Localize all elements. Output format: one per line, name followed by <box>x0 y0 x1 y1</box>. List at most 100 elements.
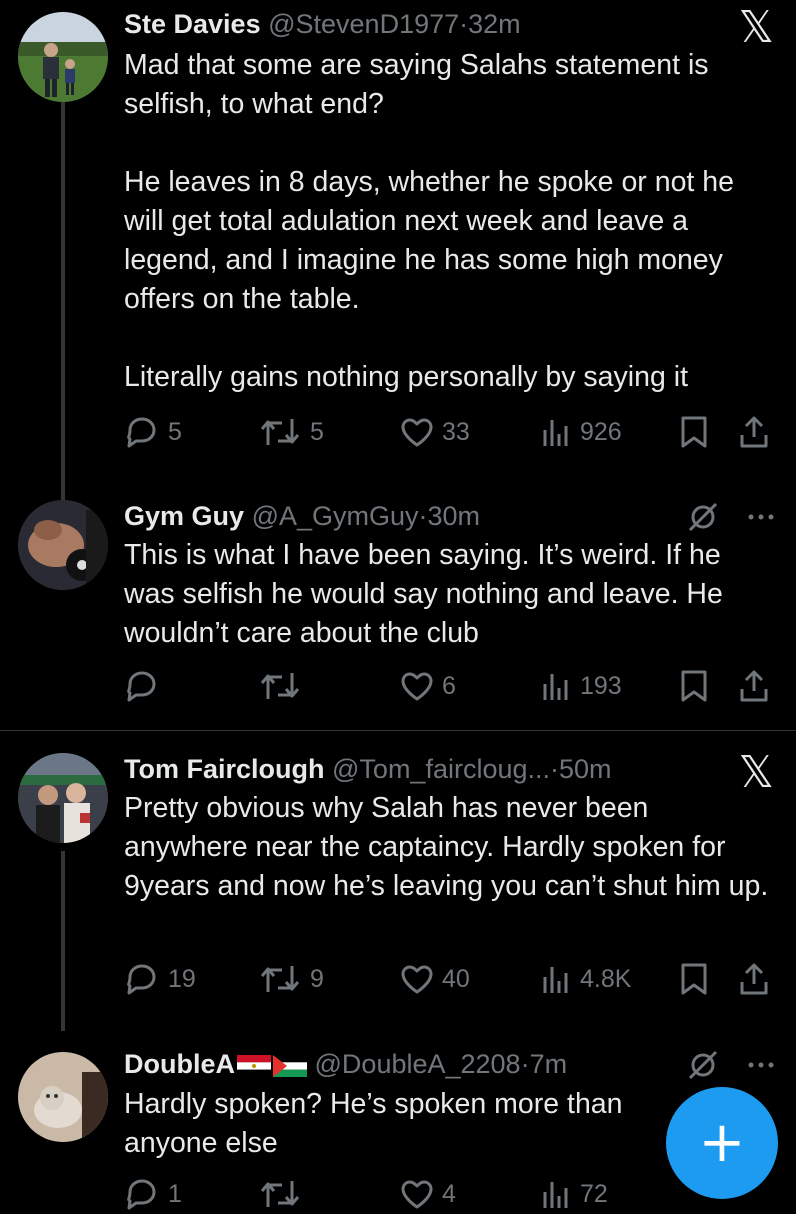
author-handle[interactable]: @A_GymGuy <box>252 501 419 531</box>
bookmark-button[interactable] <box>680 666 708 706</box>
view-count: 193 <box>580 671 622 700</box>
like-button[interactable]: 40 <box>400 959 470 999</box>
repost-count: 9 <box>310 964 324 993</box>
tweet-2[interactable]: Gym Guy @A_GymGuy·30m This is what I hav… <box>0 480 796 730</box>
reply-count: 1 <box>168 1179 182 1208</box>
avatar-photo <box>18 1052 108 1142</box>
author-handle[interactable]: @Tom_faircloug... <box>332 754 550 784</box>
author-handle[interactable]: @DoubleA_2208 <box>315 1049 521 1079</box>
reply-icon <box>127 671 156 702</box>
avatar[interactable] <box>18 12 108 102</box>
thread-line <box>61 851 65 1031</box>
timestamp[interactable]: 50m <box>559 754 612 784</box>
views-icon <box>543 1182 568 1208</box>
tweet-header: Ste Davies @StevenD1977·32m <box>124 4 776 44</box>
tweet-1[interactable]: Ste Davies @StevenD1977·32m 𝕏 Mad that s… <box>0 0 796 500</box>
like-button[interactable]: 33 <box>400 412 470 452</box>
avatar[interactable] <box>18 1052 108 1142</box>
author-name[interactable]: Ste Davies <box>124 9 261 39</box>
heart-icon <box>401 418 433 447</box>
repost-button[interactable] <box>258 666 310 706</box>
avatar-photo <box>18 500 108 590</box>
like-button[interactable]: 6 <box>400 666 456 706</box>
author-name[interactable]: Gym Guy <box>124 501 244 531</box>
repost-button[interactable]: 5 <box>258 412 324 452</box>
tweet-top-actions <box>686 500 774 534</box>
avatar-photo <box>18 753 108 843</box>
timestamp[interactable]: 7m <box>530 1049 568 1079</box>
avatar-photo <box>18 12 108 102</box>
plus-icon: + <box>698 1110 746 1175</box>
reply-icon <box>127 1179 156 1210</box>
view-count: 4.8K <box>580 964 632 993</box>
separator: · <box>418 501 428 531</box>
like-count: 40 <box>442 964 470 993</box>
grok-icon[interactable] <box>686 1048 720 1082</box>
views-button[interactable]: 193 <box>540 666 622 706</box>
tweet-actions: 19 9 40 4.8K <box>124 959 784 999</box>
repost-button[interactable] <box>258 1174 310 1214</box>
share-button[interactable] <box>738 959 770 999</box>
repost-icon <box>260 673 300 699</box>
like-count: 33 <box>442 417 470 446</box>
tweet-header: Gym Guy @A_GymGuy·30m <box>124 496 776 536</box>
bookmark-icon <box>681 416 707 448</box>
repost-button[interactable]: 9 <box>258 959 324 999</box>
bookmark-icon <box>681 670 707 702</box>
palestine-flag-icon <box>273 1054 307 1077</box>
avatar[interactable] <box>18 500 108 590</box>
separator: · <box>550 754 560 784</box>
tweet-3[interactable]: Tom Fairclough @Tom_faircloug...·50m 𝕏 P… <box>0 731 796 1031</box>
views-button[interactable]: 72 <box>540 1174 608 1214</box>
thread-line <box>61 100 65 500</box>
author-name[interactable]: Tom Fairclough <box>124 754 325 784</box>
reply-icon <box>127 417 156 448</box>
tweet-actions: 6 193 <box>124 666 784 706</box>
share-button[interactable] <box>738 412 770 452</box>
like-button[interactable]: 4 <box>400 1174 456 1214</box>
tweet-header: DoubleA @DoubleA_2208·7m <box>124 1044 776 1084</box>
more-icon[interactable] <box>748 1061 774 1069</box>
bookmark-button[interactable] <box>680 959 708 999</box>
views-button[interactable]: 4.8K <box>540 959 631 999</box>
tweet-text: Pretty obvious why Salah has never been … <box>124 792 769 902</box>
heart-icon <box>401 965 433 994</box>
timestamp[interactable]: 32m <box>468 9 521 39</box>
like-count: 4 <box>442 1179 456 1208</box>
heart-icon <box>401 672 433 701</box>
more-icon[interactable] <box>748 513 774 521</box>
tweet-text: Hardly spoken? He’s spoken more than any… <box>124 1088 631 1159</box>
reply-button[interactable]: 19 <box>124 959 196 999</box>
reply-icon <box>127 964 156 995</box>
view-count: 926 <box>580 417 622 446</box>
reply-button[interactable]: 5 <box>124 412 182 452</box>
heart-icon <box>401 1180 433 1209</box>
repost-count: 5 <box>310 417 324 446</box>
author-handle[interactable]: @StevenD1977 <box>268 9 459 39</box>
views-icon <box>543 674 568 700</box>
reply-count: 19 <box>168 964 196 993</box>
x-logo-icon: 𝕏 <box>738 2 774 53</box>
avatar[interactable] <box>18 753 108 843</box>
author-name[interactable]: DoubleA <box>124 1049 235 1079</box>
reply-count: 5 <box>168 417 182 446</box>
egypt-flag-icon <box>237 1054 271 1077</box>
separator: · <box>520 1049 530 1079</box>
bookmark-icon <box>681 963 707 995</box>
tweet-text: Mad that some are saying Salahs statemen… <box>124 49 734 393</box>
share-button[interactable] <box>738 666 770 706</box>
reply-button[interactable]: 1 <box>124 1174 182 1214</box>
grok-icon[interactable] <box>686 500 720 534</box>
reply-button[interactable] <box>124 666 168 706</box>
views-icon <box>543 420 568 446</box>
share-icon <box>740 670 768 702</box>
views-button[interactable]: 926 <box>540 412 622 452</box>
views-icon <box>543 967 568 993</box>
repost-icon <box>260 966 300 992</box>
bookmark-button[interactable] <box>680 412 708 452</box>
tweet-header: Tom Fairclough @Tom_faircloug...·50m <box>124 749 776 789</box>
tweet-top-actions <box>686 1048 774 1082</box>
timestamp[interactable]: 30m <box>428 501 481 531</box>
compose-button[interactable]: + <box>666 1087 778 1199</box>
share-icon <box>740 963 768 995</box>
